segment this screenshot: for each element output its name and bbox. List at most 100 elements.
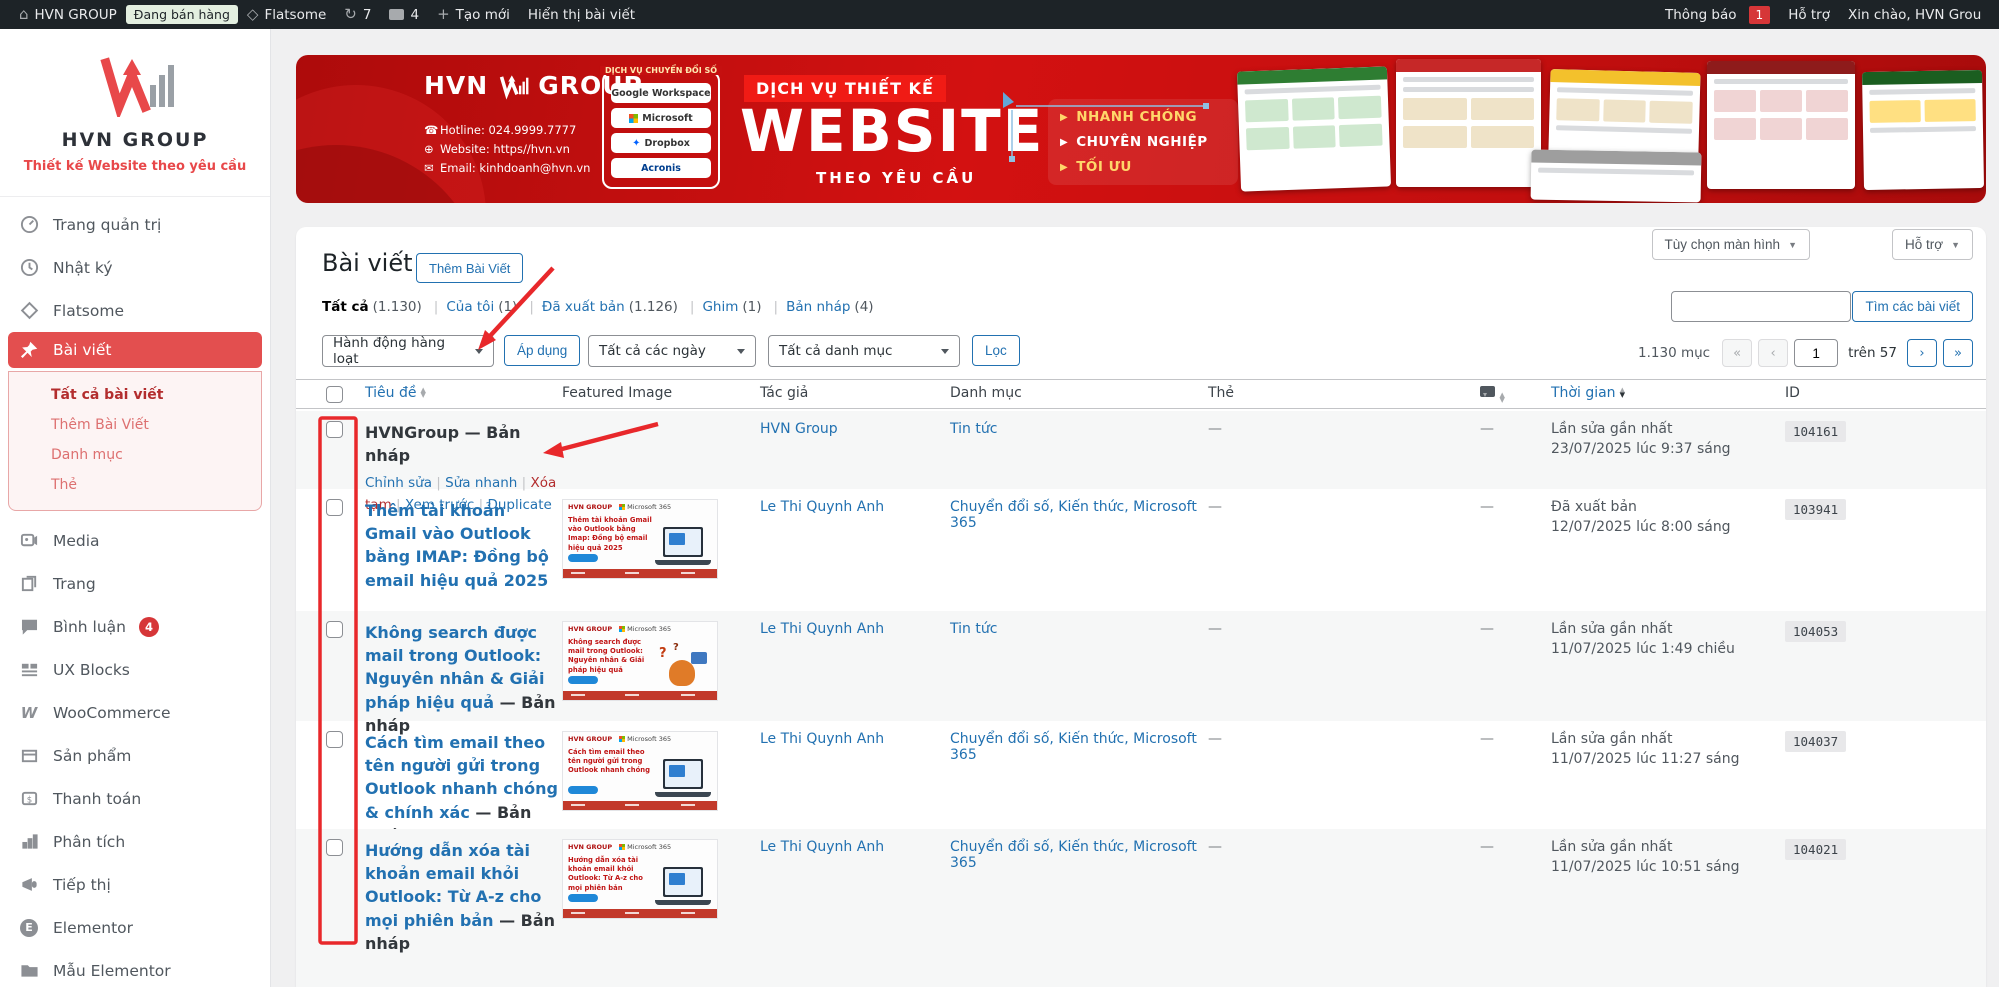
megaphone-icon xyxy=(18,875,40,894)
admin-bar-new[interactable]: + Tạo mới xyxy=(428,0,519,29)
items-count: 1.130 mục xyxy=(1638,345,1710,361)
submenu-categories[interactable]: Danh mục xyxy=(9,440,261,470)
author-link[interactable]: Le Thi Quynh Anh xyxy=(760,731,884,747)
last-page-button[interactable]: » xyxy=(1943,339,1973,367)
admin-bar-site-menu[interactable]: ⌂ HVN GROUP xyxy=(10,0,126,29)
row-checkbox[interactable] xyxy=(326,731,343,748)
post-date: 12/07/2025 lúc 8:00 sáng xyxy=(1551,519,1766,535)
date-filter-select[interactable]: Tất cả các ngày xyxy=(588,335,756,367)
post-status: Đã xuất bản xyxy=(1551,499,1766,515)
sidebar-item-marketing[interactable]: Tiếp thị xyxy=(0,863,270,906)
sidebar-logo[interactable]: HVN GROUP Thiết kế Website theo yêu cầu xyxy=(0,29,270,174)
next-page-button[interactable]: › xyxy=(1907,339,1937,367)
mail-icon: ✉ xyxy=(424,159,440,178)
bulk-action-select[interactable]: Hành động hàng loạt xyxy=(322,335,494,367)
sidebar-item-payments[interactable]: $ Thanh toán xyxy=(0,777,270,820)
thumb-cta-pill xyxy=(568,786,598,794)
promo-banner[interactable]: HVN GROUP ☎Hotline: 024.9999.7777 ⊕Websi… xyxy=(296,55,1986,203)
post-title-link[interactable]: HVNGroup xyxy=(365,423,459,442)
category-filter-select[interactable]: Tất cả danh mục xyxy=(768,335,960,367)
category-link[interactable]: Chuyển đổi số, Kiến thức, Microsoft 365 xyxy=(950,731,1197,763)
post-title-link[interactable]: Thêm tài khoản Gmail vào Outlook bằng IM… xyxy=(365,501,549,590)
sidebar-item-dashboard[interactable]: Trang quản trị xyxy=(0,203,270,246)
admin-bar-account[interactable]: Xin chào, HVN Grou xyxy=(1839,0,1989,29)
search-posts-input[interactable] xyxy=(1671,291,1851,322)
sidebar-item-woocommerce[interactable]: W WooCommerce xyxy=(0,691,270,734)
sidebar-item-pages[interactable]: Trang xyxy=(0,562,270,605)
admin-bar-view-posts[interactable]: Hiển thị bài viết xyxy=(519,0,644,29)
search-posts-button[interactable]: Tìm các bài viết xyxy=(1852,291,1973,322)
submenu-tags[interactable]: Thẻ xyxy=(9,470,261,500)
sidebar-item-posts[interactable]: Bài viết xyxy=(8,332,262,368)
prev-page-button[interactable]: ‹ xyxy=(1758,339,1788,367)
sidebar-item-log[interactable]: Nhật ký xyxy=(0,246,270,289)
row-checkbox[interactable] xyxy=(326,839,343,856)
sort-date-header[interactable]: Thời gian▲▼ xyxy=(1551,385,1625,401)
admin-bar-support[interactable]: Hỗ trợ xyxy=(1779,0,1839,29)
add-post-button[interactable]: Thêm Bài Viết xyxy=(416,253,523,283)
row-checkbox[interactable] xyxy=(326,421,343,438)
filter-published[interactable]: Đã xuất bản(1.126) xyxy=(542,299,703,315)
author-link[interactable]: Le Thi Quynh Anh xyxy=(760,621,884,637)
filter-button[interactable]: Lọc xyxy=(972,335,1020,366)
sidebar-item-ux-blocks[interactable]: UX Blocks xyxy=(0,648,270,691)
select-all-checkbox[interactable] xyxy=(326,386,343,403)
row-checkbox[interactable] xyxy=(326,621,343,638)
sidebar-item-products[interactable]: Sản phẩm xyxy=(0,734,270,777)
category-link[interactable]: Tin tức xyxy=(950,421,997,437)
featured-image-thumbnail[interactable]: HVN GROUPMicrosoft 365 Cách tìm email th… xyxy=(562,731,718,811)
sidebar-item-media[interactable]: Media xyxy=(0,519,270,562)
author-link[interactable]: HVN Group xyxy=(760,421,838,437)
featured-image-thumbnail[interactable]: HVN GROUPMicrosoft 365 Không search được… xyxy=(562,621,718,701)
comments-header[interactable]: ▲▼ xyxy=(1480,385,1540,403)
current-page-input[interactable] xyxy=(1794,339,1838,367)
svg-text:$: $ xyxy=(26,795,31,805)
services-box-label: DỊCH VỤ CHUYỂN ĐỔI SỐ xyxy=(600,66,722,75)
post-status: Lần sửa gần nhất xyxy=(1551,731,1766,747)
row-checkbox[interactable] xyxy=(326,499,343,516)
admin-bar-comments[interactable]: 4 xyxy=(380,0,428,29)
sidebar-item-elementor-templates[interactable]: Mẫu Elementor xyxy=(0,949,270,987)
post-id-badge: 104021 xyxy=(1785,839,1846,860)
screen-options-button[interactable]: Tùy chọn màn hình▼ xyxy=(1652,229,1811,260)
post-id-badge: 104161 xyxy=(1785,421,1846,442)
admin-bar-notifications[interactable]: Thông báo 1 xyxy=(1656,0,1779,29)
filter-sticky[interactable]: Ghim(1) xyxy=(702,299,786,315)
submenu-add-post[interactable]: Thêm Bài Viết xyxy=(9,410,261,440)
first-page-button[interactable]: « xyxy=(1722,339,1752,367)
submenu-all-posts[interactable]: Tất cả bài viết xyxy=(9,380,261,410)
posts-submenu: Tất cả bài viết Thêm Bài Viết Danh mục T… xyxy=(8,371,262,511)
updates-count: 7 xyxy=(363,7,372,23)
filter-all[interactable]: Tất cả(1.130) xyxy=(322,299,446,315)
sidebar-item-analytics[interactable]: Phân tích xyxy=(0,820,270,863)
category-link[interactable]: Chuyển đổi số, Kiến thức, Microsoft 365 xyxy=(950,499,1197,531)
banner-headline-sub: THEO YÊU CẦU xyxy=(816,169,976,187)
featured-image-thumbnail[interactable]: HVN GROUPMicrosoft 365 Hướng dẫn xóa tài… xyxy=(562,839,718,919)
author-link[interactable]: Le Thi Quynh Anh xyxy=(760,839,884,855)
apply-button[interactable]: Áp dụng xyxy=(504,335,580,366)
banner-services-box: DỊCH VỤ CHUYỂN ĐỔI SỐ Google Workspace M… xyxy=(602,71,720,189)
elementor-icon: E xyxy=(18,919,40,937)
tags-cell: — xyxy=(1208,421,1328,437)
featured-image-thumbnail[interactable]: HVN GROUPMicrosoft 365 Thêm tài khoản Gm… xyxy=(562,499,718,579)
sidebar-item-comments[interactable]: Bình luận 4 xyxy=(0,605,270,648)
sort-title-header[interactable]: Tiêu đề▲▼ xyxy=(365,385,426,401)
category-link[interactable]: Tin tức xyxy=(950,621,997,637)
sidebar: HVN GROUP Thiết kế Website theo yêu cầu … xyxy=(0,29,270,987)
help-button[interactable]: Hỗ trợ▼ xyxy=(1892,229,1973,260)
sidebar-item-flatsome[interactable]: Flatsome xyxy=(0,289,270,332)
admin-bar-updates[interactable]: ↻ 7 xyxy=(335,0,380,29)
filter-draft[interactable]: Bản nháp(4) xyxy=(786,299,873,315)
dropbox-logo-icon: ✦ xyxy=(632,138,640,149)
category-header: Danh mục xyxy=(950,385,1206,401)
filter-mine[interactable]: Của tôi(1) xyxy=(446,299,542,315)
author-link[interactable]: Le Thi Quynh Anh xyxy=(760,499,884,515)
admin-bar-flatsome[interactable]: ◇ Flatsome xyxy=(238,0,335,29)
bar-chart-icon xyxy=(18,832,40,851)
post-id-badge: 104037 xyxy=(1785,731,1846,752)
sidebar-item-elementor[interactable]: E Elementor xyxy=(0,906,270,949)
wordpress-admin-screen: ⌂ HVN GROUP Đang bán hàng ◇ Flatsome ↻ 7… xyxy=(0,0,1999,987)
posts-list-panel: Tùy chọn màn hình▼ Hỗ trợ▼ Bài viết Thêm… xyxy=(296,227,1986,987)
category-link[interactable]: Chuyển đổi số, Kiến thức, Microsoft 365 xyxy=(950,839,1197,871)
store-status-badge[interactable]: Đang bán hàng xyxy=(126,5,238,24)
